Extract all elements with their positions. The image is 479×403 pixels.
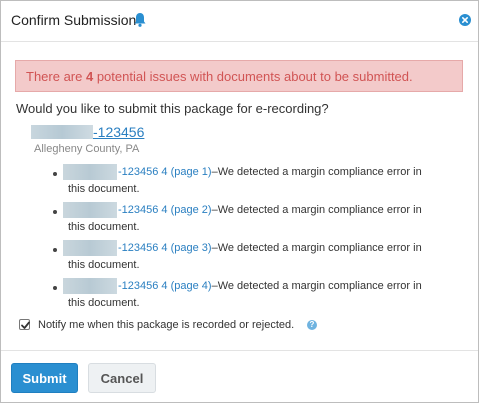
issue-text-cont: this document. [68,183,140,195]
issue-doc-redacted [63,240,117,256]
issue-text: –We detected a margin compliance error i… [211,242,422,254]
help-icon[interactable]: ? [307,320,317,330]
issue-bullet [53,286,57,290]
submit-question: Would you like to submit this package fo… [16,101,329,116]
close-icon[interactable] [459,13,471,26]
confirm-submission-dialog: Confirm Submission There are 4 potential… [0,0,479,403]
package-name-redacted [31,125,93,139]
issue-bullet [53,172,57,176]
issue-text: –We detected a margin compliance error i… [211,204,422,216]
submit-button[interactable]: Submit [11,363,78,393]
issue-doc-link[interactable]: -123456 4 (page 3) [118,242,212,254]
issue-bullet [53,248,57,252]
notify-label[interactable]: Notify me when this package is recorded … [38,319,294,331]
cancel-button[interactable]: Cancel [88,363,156,393]
issue-doc-redacted [63,278,117,294]
bell-icon [133,12,147,28]
notify-checkbox[interactable] [19,319,30,330]
issue-text: –We detected a margin compliance error i… [211,280,422,292]
checkmark-icon [21,321,30,329]
package-link[interactable]: -123456 [93,124,144,140]
issue-doc-redacted [63,164,117,180]
issue-item: -123456 4 (page 1)–We detected a margin … [118,166,422,178]
footer-divider [1,350,478,351]
alert-message: There are 4 potential issues with docume… [26,69,413,84]
issue-text: –We detected a margin compliance error i… [211,166,422,178]
issue-bullet [53,210,57,214]
alert-suffix: potential issues with documents about to… [93,69,413,84]
issue-item: -123456 4 (page 4)–We detected a margin … [118,280,422,292]
issue-item: -123456 4 (page 3)–We detected a margin … [118,242,422,254]
issue-item: -123456 4 (page 2)–We detected a margin … [118,204,422,216]
alert-prefix: There are [26,69,86,84]
issues-alert: There are 4 potential issues with docume… [15,60,463,92]
package-county: Allegheny County, PA [34,143,140,155]
issue-doc-link[interactable]: -123456 4 (page 1) [118,166,212,178]
issue-text-cont: this document. [68,221,140,233]
issue-doc-link[interactable]: -123456 4 (page 2) [118,204,212,216]
issue-doc-link[interactable]: -123456 4 (page 4) [118,280,212,292]
issue-doc-redacted [63,202,117,218]
issue-text-cont: this document. [68,297,140,309]
issue-text-cont: this document. [68,259,140,271]
dialog-title: Confirm Submission [11,12,137,28]
dialog-header: Confirm Submission [1,1,478,42]
